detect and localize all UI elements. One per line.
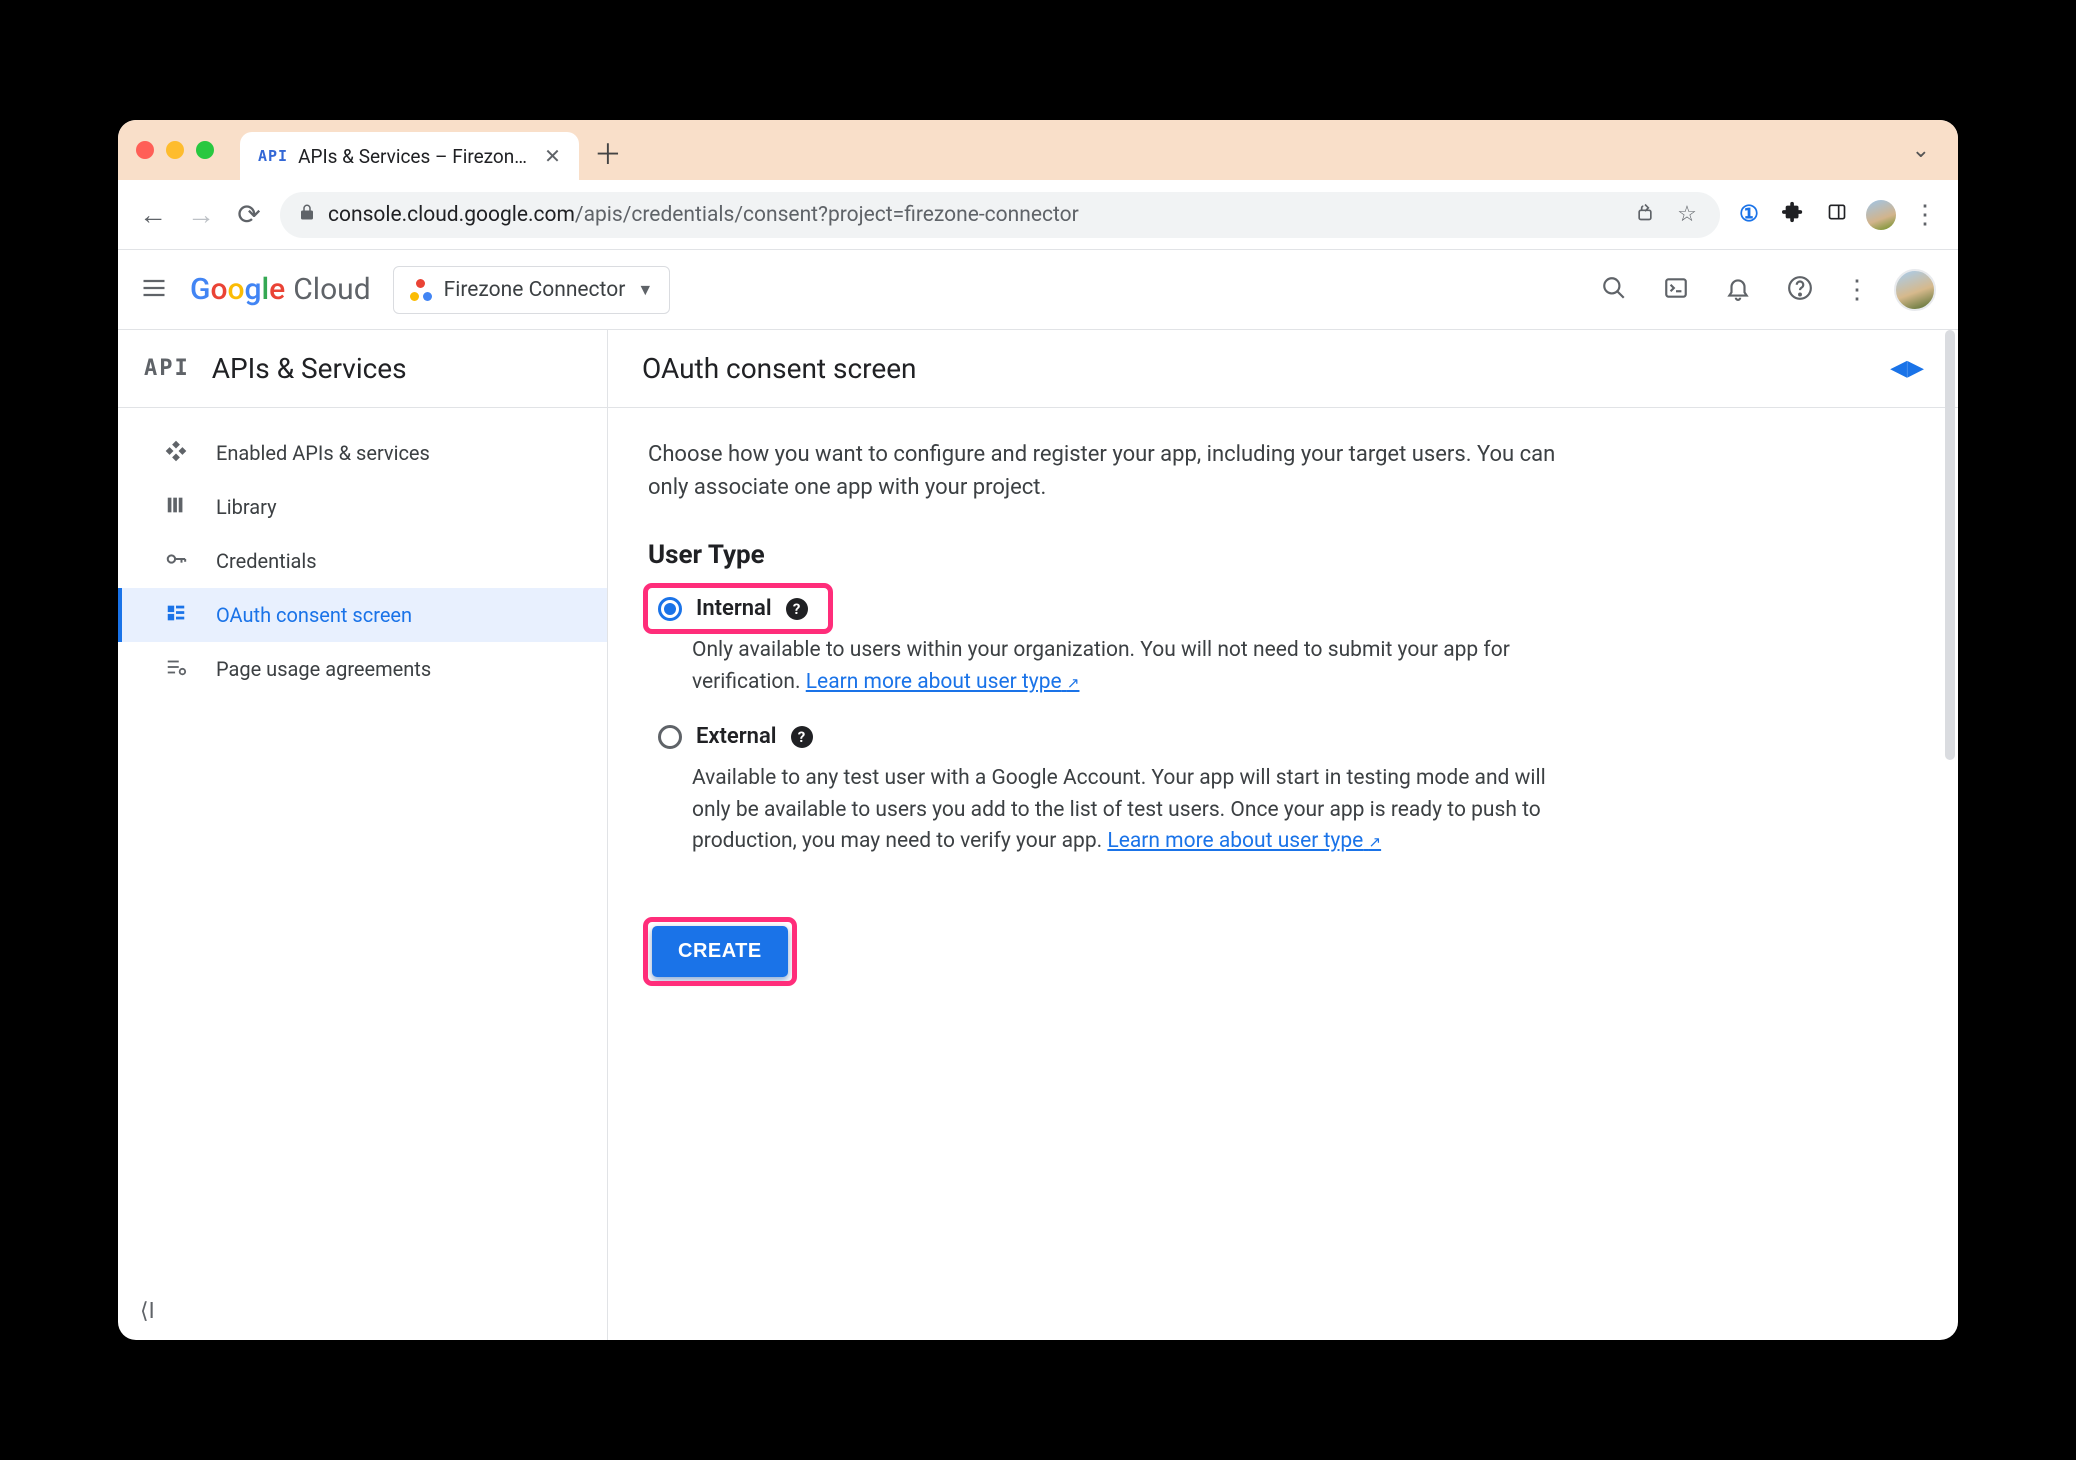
sidebar-section-title: APIs & Services (212, 352, 407, 385)
back-button[interactable]: ← (136, 198, 170, 231)
cloud-logo-text: Cloud (293, 272, 370, 307)
project-icon (410, 279, 432, 301)
tab-list-dropdown-icon[interactable]: ⌄ (1912, 138, 1930, 163)
project-name: Firezone Connector (444, 278, 626, 302)
radio-option-internal[interactable]: Internal ? (648, 588, 818, 629)
external-link-icon: ↗ (1369, 833, 1382, 851)
project-picker[interactable]: Firezone Connector ▼ (393, 266, 671, 314)
sidebar-item-label: Library (216, 495, 277, 519)
minimize-window-icon[interactable] (166, 141, 184, 159)
sidebar-header[interactable]: API APIs & Services (118, 330, 607, 408)
sidebar: API APIs & Services Enabled APIs & servi… (118, 330, 608, 1340)
radio-external-label: External (696, 724, 777, 749)
highlight-internal-option: Internal ? (648, 588, 828, 629)
close-window-icon[interactable] (136, 141, 154, 159)
learn-more-external-link[interactable]: Learn more about user type ↗ (1107, 829, 1381, 853)
window-controls (136, 141, 214, 159)
browser-menu-icon[interactable]: ⋮ (1910, 200, 1940, 230)
app-header: Google Cloud Firezone Connector ▼ ⋮ (118, 250, 1958, 330)
diamond-grid-icon (162, 440, 190, 467)
page-header: OAuth consent screen ◀▶ (608, 330, 1958, 408)
sidebar-item-oauth-consent[interactable]: OAuth consent screen (118, 588, 607, 642)
radio-option-external[interactable]: External ? (648, 716, 1568, 757)
app-menu-icon[interactable]: ⋮ (1842, 275, 1872, 305)
highlight-create-button: CREATE (648, 922, 792, 981)
toolbar: ← → ⟳ console.cloud.google.com/apis/cred… (118, 180, 1958, 250)
sidebar-item-library[interactable]: Library (118, 480, 607, 534)
user-type-heading: User Type (648, 540, 1568, 570)
new-tab-button[interactable]: ＋ (587, 133, 629, 173)
radio-internal-label: Internal (696, 596, 772, 621)
external-link-icon: ↗ (1067, 674, 1080, 692)
tab-favicon-icon: API (258, 147, 288, 165)
google-logo-text: Google (190, 272, 285, 307)
bookmark-star-icon[interactable]: ☆ (1672, 202, 1702, 227)
google-cloud-logo[interactable]: Google Cloud (190, 272, 371, 307)
radio-internal-icon[interactable] (658, 597, 682, 621)
onepassword-extension-icon[interactable]: ① (1734, 202, 1764, 227)
consent-screen-icon (162, 602, 190, 629)
address-bar[interactable]: console.cloud.google.com/apis/credential… (280, 192, 1720, 238)
help-tooltip-icon[interactable]: ? (786, 598, 808, 620)
internal-description: Only available to users within your orga… (648, 629, 1568, 716)
sidebar-item-enabled-apis[interactable]: Enabled APIs & services (118, 426, 607, 480)
lock-icon (298, 203, 316, 227)
scrollbar[interactable] (1945, 330, 1955, 760)
close-tab-icon[interactable]: ✕ (544, 144, 561, 168)
search-icon[interactable] (1594, 275, 1634, 305)
account-avatar-icon[interactable] (1894, 269, 1936, 311)
sidebar-item-label: OAuth consent screen (216, 603, 412, 627)
forward-button[interactable]: → (184, 198, 218, 231)
external-description: Available to any test user with a Google… (648, 757, 1568, 876)
sidebar-item-credentials[interactable]: Credentials (118, 534, 607, 588)
sidebar-item-label: Enabled APIs & services (216, 441, 430, 465)
intro-text: Choose how you want to configure and reg… (648, 438, 1568, 504)
hamburger-menu-icon[interactable] (140, 274, 168, 306)
key-icon (162, 548, 190, 575)
extensions-icon[interactable] (1778, 201, 1808, 229)
settings-list-icon (162, 656, 190, 683)
notifications-icon[interactable] (1718, 275, 1758, 305)
app-body: API APIs & Services Enabled APIs & servi… (118, 330, 1958, 1340)
fullscreen-window-icon[interactable] (196, 141, 214, 159)
api-section-icon: API (144, 356, 190, 381)
profile-avatar-icon[interactable] (1866, 200, 1896, 230)
library-icon (162, 494, 190, 521)
page-content: Choose how you want to configure and reg… (608, 408, 1608, 1011)
reload-button[interactable]: ⟳ (232, 198, 266, 231)
sidebar-item-page-usage[interactable]: Page usage agreements (118, 642, 607, 696)
create-button[interactable]: CREATE (652, 926, 788, 977)
share-icon[interactable] (1630, 202, 1660, 228)
browser-window: API APIs & Services – Firezone Co ✕ ＋ ⌄ … (118, 120, 1958, 1340)
tab-strip: API APIs & Services – Firezone Co ✕ ＋ ⌄ (118, 120, 1958, 180)
browser-tab[interactable]: API APIs & Services – Firezone Co ✕ (240, 132, 579, 180)
sidebar-item-label: Credentials (216, 549, 317, 573)
help-tooltip-icon[interactable]: ? (791, 726, 813, 748)
learn-more-internal-link[interactable]: Learn more about user type ↗ (806, 670, 1080, 694)
side-panel-icon[interactable] (1822, 202, 1852, 228)
info-panel-toggle-icon[interactable]: ◀▶ (1890, 356, 1924, 381)
main-panel: OAuth consent screen ◀▶ Choose how you w… (608, 330, 1958, 1340)
tab-title: APIs & Services – Firezone Co (298, 145, 528, 168)
radio-external-icon[interactable] (658, 725, 682, 749)
cloud-shell-icon[interactable] (1656, 275, 1696, 305)
sidebar-nav: Enabled APIs & services Library Credenti… (118, 408, 607, 696)
address-url: console.cloud.google.com/apis/credential… (328, 203, 1618, 227)
page-title: OAuth consent screen (642, 352, 917, 385)
chevron-down-icon: ▼ (637, 280, 653, 300)
sidebar-item-label: Page usage agreements (216, 657, 431, 681)
collapse-sidebar-icon[interactable]: ⟨I (140, 1299, 155, 1324)
help-icon[interactable] (1780, 275, 1820, 305)
